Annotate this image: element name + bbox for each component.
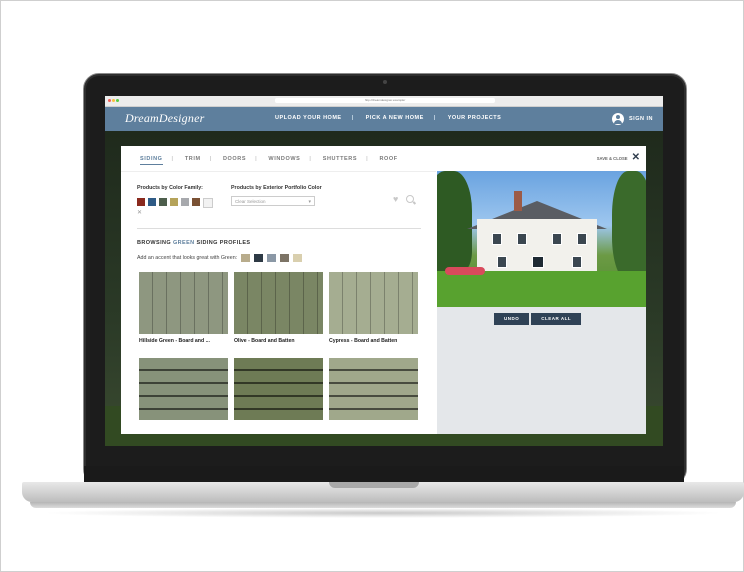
color-family-swatch[interactable] <box>148 198 156 206</box>
color-family-swatches <box>137 198 216 208</box>
color-family-swatch[interactable] <box>192 198 200 206</box>
accent-row: Add an accent that looks great with Gree… <box>137 254 303 262</box>
color-family-swatch[interactable] <box>170 198 178 206</box>
house-preview: UNDO CLEAR ALL <box>437 171 646 434</box>
siding-product-name[interactable]: Olive - Board and Batten <box>234 338 295 344</box>
category-tabs: SIDING | TRIM | DOORS | WINDOWS | SHUTTERS | … <box>140 156 407 165</box>
laptop-chin <box>84 466 684 482</box>
browsing-heading: BROWSING GREEN SIDING PROFILES <box>137 240 251 246</box>
siding-product-tile[interactable] <box>139 358 228 420</box>
siding-product-name[interactable]: Hillside Green - Board and ... <box>139 338 210 344</box>
color-family-swatch[interactable] <box>159 198 167 206</box>
siding-product-tile[interactable] <box>234 272 323 334</box>
clear-filter-icon[interactable]: ✕ <box>137 209 142 216</box>
tab-roof[interactable]: ROOF <box>379 156 397 162</box>
trackpad-notch <box>329 482 419 488</box>
site-header: DreamDesigner UPLOAD YOUR HOME | PICK A N… <box>105 107 663 131</box>
house-photo <box>437 171 646 307</box>
accent-swatch[interactable] <box>241 254 251 262</box>
tab-divider <box>121 171 436 172</box>
color-family-swatch[interactable] <box>203 198 213 208</box>
accent-swatch[interactable] <box>280 254 290 262</box>
save-close-label: SAVE & CLOSE <box>596 155 628 161</box>
laptop-screen: http://dreamdesigner.example/ DreamDesig… <box>105 96 663 446</box>
save-close-button[interactable]: SAVE & CLOSE ✕ <box>596 152 640 163</box>
siding-product-tile[interactable] <box>329 272 418 334</box>
close-icon: ✕ <box>631 152 640 163</box>
siding-product-tile[interactable] <box>139 272 228 334</box>
dreamdesigner-logo[interactable]: DreamDesigner <box>125 111 204 126</box>
undo-button[interactable]: UNDO <box>494 313 530 325</box>
siding-product-name[interactable]: Cypress - Board and Batten <box>329 338 397 344</box>
nav-upload-your-home[interactable]: UPLOAD YOUR HOME <box>275 115 342 121</box>
laptop-shadow <box>40 508 726 518</box>
tab-windows[interactable]: WINDOWS <box>268 156 300 162</box>
camera-icon <box>383 80 387 84</box>
tab-siding[interactable]: SIDING <box>140 156 163 165</box>
top-nav: UPLOAD YOUR HOME | PICK A NEW HOME | YOUR … <box>275 115 502 121</box>
siding-product-tile[interactable] <box>234 358 323 420</box>
nav-pick-a-new-home[interactable]: PICK A NEW HOME <box>366 115 424 121</box>
browser-chrome: http://dreamdesigner.example/ <box>105 96 663 107</box>
search-icon[interactable] <box>406 195 414 203</box>
sign-in-label: SIGN IN <box>629 116 653 122</box>
heart-icon[interactable]: ♥ <box>393 194 398 204</box>
tab-shutters[interactable]: SHUTTERS <box>323 156 357 162</box>
color-family-label: Products by Color Family: <box>137 185 203 191</box>
color-family-swatch[interactable] <box>137 198 145 206</box>
accent-swatch[interactable] <box>254 254 264 262</box>
portfolio-label: Products by Exterior Portfolio Color <box>231 185 322 191</box>
siding-product-tile[interactable] <box>329 358 418 420</box>
nav-your-projects[interactable]: YOUR PROJECTS <box>448 115 502 121</box>
user-icon <box>612 113 625 125</box>
accent-swatch[interactable] <box>293 254 303 262</box>
designer-modal: SIDING | TRIM | DOORS | WINDOWS | SHUTTERS | … <box>121 146 646 434</box>
accent-label: Add an accent that looks great with Gree… <box>137 255 238 261</box>
address-bar[interactable]: http://dreamdesigner.example/ <box>275 98 495 103</box>
color-family-swatch[interactable] <box>181 198 189 206</box>
section-divider <box>137 228 421 229</box>
portfolio-select[interactable]: Clear Selection <box>231 196 315 207</box>
sign-in-button[interactable]: SIGN IN <box>612 113 653 125</box>
tab-doors[interactable]: DOORS <box>223 156 246 162</box>
accent-swatch[interactable] <box>267 254 277 262</box>
clear-all-button[interactable]: CLEAR ALL <box>531 313 582 325</box>
tab-trim[interactable]: TRIM <box>185 156 201 162</box>
window-controls[interactable] <box>108 99 120 103</box>
